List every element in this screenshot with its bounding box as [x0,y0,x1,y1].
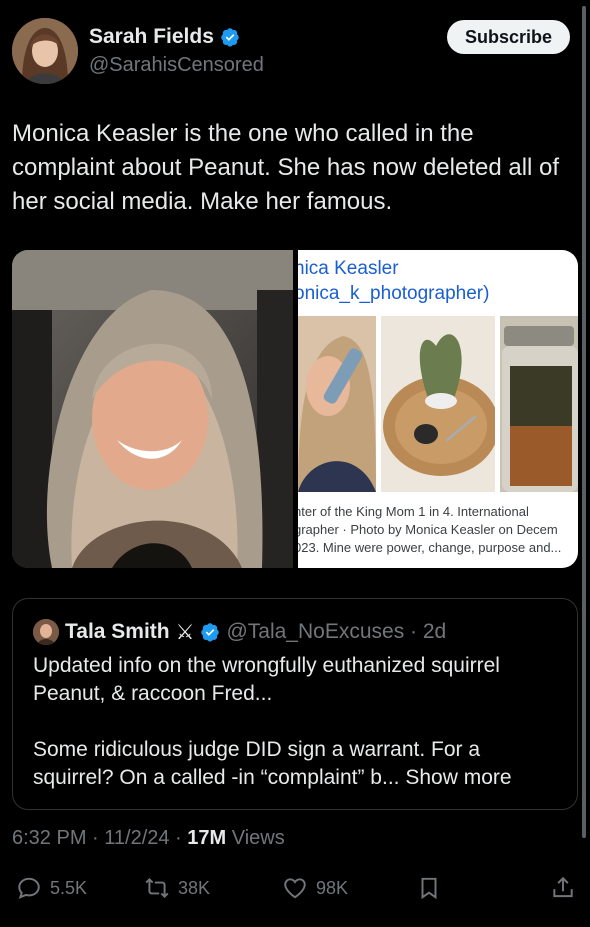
reply-count: 5.5K [50,877,88,898]
screenshot-thumb-jar [500,316,578,492]
share-icon [553,876,573,898]
tweet-timestamp[interactable]: 6:32 PM · 11/2/24 · [12,827,187,849]
quoted-author-avatar[interactable] [33,619,59,645]
screenshot-thumb-still-life [381,316,495,492]
tweet-actions: 5.5K 38K 98K [0,868,590,908]
tweet-text: Monica Keasler is the one who called in … [12,120,560,215]
author-avatar[interactable] [12,18,78,84]
verified-badge-icon [201,623,220,642]
reply-button[interactable]: 5.5K [16,868,87,908]
repost-button[interactable]: 38K [144,868,210,908]
bookmark-icon [421,877,437,900]
quoted-tweet-paragraph-2: Some ridiculous judge DID sign a warrant… [33,738,512,789]
media-screenshot-profile[interactable]: nica Keasler onica_k_photographer) nter … [298,250,578,568]
verified-badge-icon [221,28,239,47]
quoted-tweet[interactable]: Tala Smith ⚔ @Tala_NoExcuses · 2d Update… [12,598,578,810]
quoted-author-name[interactable]: Tala Smith [65,620,170,644]
quoted-author-handle-time[interactable]: @Tala_NoExcuses · 2d [226,620,446,644]
like-button[interactable]: 98K [282,868,348,908]
repost-icon [145,877,169,899]
quoted-tweet-body: Updated info on the wrongfully euthanize… [33,652,563,792]
tweet-media[interactable]: nica Keasler onica_k_photographer) nter … [12,250,578,568]
media-photo-woman[interactable] [12,250,293,568]
like-count: 98K [316,877,349,898]
reply-icon [18,877,40,899]
bookmark-button[interactable] [416,868,442,908]
show-more-link[interactable]: Show more [405,766,511,789]
views-label: Views [226,827,285,849]
share-button[interactable] [550,868,576,908]
views-count: 17M [187,827,227,849]
author-handle[interactable]: @SarahisCensored [89,54,264,77]
screenshot-caption: nter of the King Mom 1 in 4. Internation… [298,504,562,555]
quoted-tweet-paragraph-1: Updated info on the wrongfully euthanize… [33,654,500,705]
repost-count: 38K [178,877,211,898]
author-display-name[interactable]: Sarah Fields [89,25,214,49]
screenshot-title: nica Keasler onica_k_photographer) [298,258,490,304]
screenshot-thumb-woman [298,316,376,492]
crossed-swords-icon: ⚔ [175,620,195,644]
tweet-meta: 6:32 PM · 11/2/24 · 17M Views [12,827,285,850]
heart-icon [284,878,306,899]
subscribe-button[interactable]: Subscribe [446,20,570,54]
scrollbar-thumb[interactable] [582,6,586,838]
tweet-header: Sarah Fields @SarahisCensored Subscribe [12,18,572,84]
